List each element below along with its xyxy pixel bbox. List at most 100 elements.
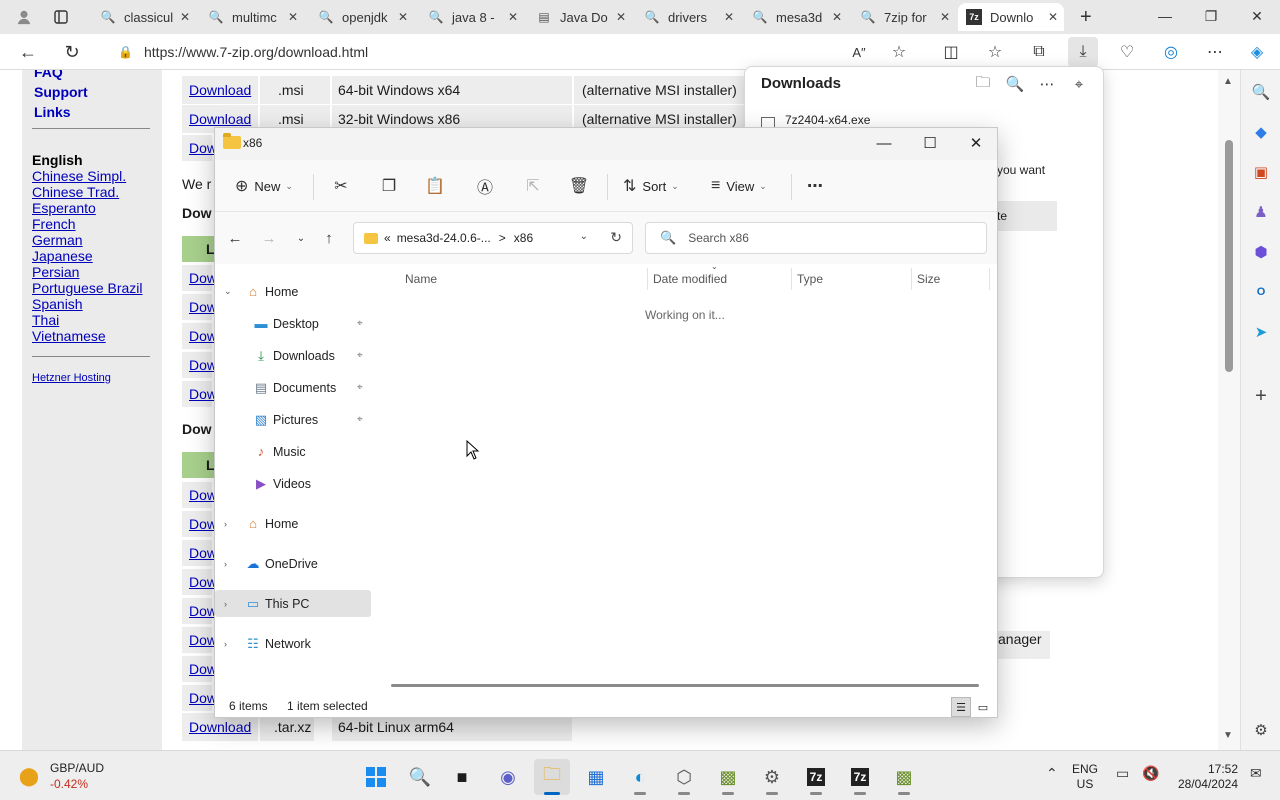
close-tab-icon[interactable]: ✕ [616, 10, 626, 24]
download-link[interactable]: Dow [182, 656, 217, 682]
chevron-right-icon[interactable]: › [224, 599, 227, 609]
language-link[interactable]: Chinese Trad. [32, 184, 119, 200]
nav-link-support[interactable]: Support [34, 84, 88, 100]
browser-tab[interactable]: 🔍 7zip for ✕ [852, 3, 956, 31]
network-status-button[interactable]: ▭ [1116, 765, 1129, 782]
download-link[interactable]: Dow [182, 381, 217, 407]
breadcrumb-overflow[interactable]: « [384, 231, 391, 245]
collections-button[interactable]: ⧉ [1026, 40, 1052, 64]
view-button[interactable]: ≡ View ⌄ [711, 172, 767, 200]
language-link[interactable]: Spanish [32, 296, 83, 312]
download-link[interactable]: Download [182, 76, 258, 104]
browser-tab[interactable]: 🔍 classicul ✕ [92, 3, 196, 31]
column-header-type[interactable]: Type [797, 272, 823, 286]
column-header-date[interactable]: Date modified [653, 272, 727, 286]
split-screen-button[interactable]: ◫ [938, 40, 964, 64]
scroll-thumb[interactable] [1225, 140, 1233, 372]
start-button[interactable] [358, 759, 394, 795]
chevron-right-icon[interactable]: › [224, 559, 227, 569]
download-link[interactable]: Dow [182, 135, 217, 161]
breadcrumb-current[interactable]: x86 [514, 231, 533, 245]
browser-tab[interactable]: 🔍 mesa3d ✕ [744, 3, 848, 31]
minimize-button[interactable]: — [1142, 0, 1188, 32]
share-button[interactable]: ⇱ [521, 174, 545, 198]
download-link[interactable]: Dow [182, 482, 217, 508]
download-link[interactable]: Dow [182, 569, 217, 595]
language-link[interactable]: Chinese Simpl. [32, 168, 126, 184]
sidebar-outlook-button[interactable]: O [1249, 280, 1273, 304]
close-tab-icon[interactable]: ✕ [832, 10, 842, 24]
close-window-button[interactable]: ✕ [1234, 0, 1280, 32]
download-filename[interactable]: 7z2404-x64.exe [785, 113, 870, 127]
column-divider[interactable] [989, 268, 990, 290]
pane-item-desktop[interactable]: ▬ Desktop ⌖ [215, 310, 371, 337]
sidebar-add-button[interactable]: + [1249, 384, 1273, 408]
new-tab-button[interactable]: + [1072, 3, 1100, 31]
show-hidden-icons-button[interactable]: ⌃ [1046, 765, 1058, 782]
file-explorer-taskbar-button[interactable]: 🗀 [534, 759, 570, 795]
pane-item-pictures[interactable]: ▧ Pictures ⌖ [215, 406, 371, 433]
pane-item-home-2[interactable]: › ⌂ Home [215, 510, 371, 537]
see-more-button[interactable]: ⋯ [803, 174, 827, 198]
language-link[interactable]: Esperanto [32, 200, 96, 216]
sidebar-telegram-button[interactable]: ➤ [1249, 320, 1273, 344]
search-downloads-button[interactable]: 🔍 [1003, 73, 1027, 95]
horizontal-scrollbar[interactable] [391, 684, 979, 687]
restore-button[interactable]: ❐ [1188, 0, 1234, 32]
language-link[interactable]: Vietnamese [32, 328, 106, 344]
pane-item-onedrive[interactable]: › ☁ OneDrive [215, 550, 371, 577]
7zip-taskbar-button-2[interactable]: 7z [842, 759, 878, 795]
column-divider[interactable] [791, 268, 792, 290]
store-button[interactable]: ▦ [578, 759, 614, 795]
scroll-down-icon[interactable]: ▼ [1223, 730, 1233, 741]
read-aloud-button[interactable]: A″ [846, 40, 872, 64]
language-link[interactable]: German [32, 232, 83, 248]
edge-taskbar-button[interactable]: ◐ [622, 759, 658, 795]
refresh-icon[interactable]: ↻ [610, 229, 622, 246]
browser-tab[interactable]: ▤ Java Do ✕ [528, 3, 632, 31]
breadcrumb-parent[interactable]: mesa3d-24.0.6-... [397, 231, 491, 245]
column-header-size[interactable]: Size [917, 272, 940, 286]
column-divider[interactable] [911, 268, 912, 290]
favorite-button[interactable]: ☆ [886, 40, 912, 64]
address-field[interactable]: 🔒 https://www.7-zip.org/download.html [108, 38, 908, 66]
download-link[interactable]: Dow [182, 598, 217, 624]
scroll-up-icon[interactable]: ▲ [1223, 76, 1233, 87]
sidebar-tools-button[interactable]: ▣ [1249, 160, 1273, 184]
pane-item-network[interactable]: › ☷ Network [215, 630, 371, 657]
tab-actions-button[interactable] [46, 3, 76, 31]
pane-item-home[interactable]: ⌄ ⌂ Home [215, 278, 371, 305]
more-menu-button[interactable]: ⋯ [1202, 40, 1228, 64]
downloads-button[interactable]: ⤓ [1068, 37, 1098, 67]
pin-icon[interactable]: ⌖ [357, 350, 363, 361]
breadcrumb[interactable]: « mesa3d-24.0.6-... > x86 ⌄ ↻ [353, 222, 633, 254]
pin-icon[interactable]: ⌖ [357, 382, 363, 393]
language-link[interactable]: Japanese [32, 248, 93, 264]
chevron-down-icon[interactable]: ⌄ [580, 231, 588, 242]
minecraft-button-2[interactable]: ▩ [886, 759, 922, 795]
pin-icon[interactable]: ⌖ [357, 318, 363, 329]
notifications-button[interactable]: ✉ [1250, 765, 1262, 782]
page-scrollbar[interactable]: ▲ ▼ [1218, 70, 1240, 750]
sidebar-search-button[interactable]: 🔍 [1249, 80, 1273, 104]
download-link[interactable]: Dow [182, 323, 217, 349]
minecraft-button[interactable]: ▩ [710, 759, 746, 795]
profile-avatar[interactable] [8, 3, 38, 31]
download-link[interactable]: Dow [182, 511, 217, 537]
back-button[interactable]: ← [223, 226, 247, 250]
performance-button[interactable]: ♡ [1114, 40, 1140, 64]
task-view-button[interactable]: ■ [444, 759, 480, 795]
sidebar-settings-button[interactable]: ⚙ [1249, 718, 1273, 742]
column-header-name[interactable]: Name [405, 272, 437, 286]
sort-button[interactable]: ⇅ Sort ⌄ [623, 172, 679, 200]
copilot-button[interactable]: ◈ [1244, 40, 1270, 64]
close-tab-icon[interactable]: ✕ [508, 10, 518, 24]
close-tab-icon[interactable]: ✕ [1048, 10, 1058, 24]
maximize-button[interactable]: ☐ [907, 128, 953, 158]
pane-item-downloads[interactable]: ⤓ Downloads ⌖ [215, 342, 371, 369]
nav-link-faq[interactable]: FAQ [34, 70, 63, 80]
tiles-view-button[interactable]: ▭ [973, 697, 993, 717]
sidebar-shopping-button[interactable]: ◆ [1249, 120, 1273, 144]
open-folder-button[interactable]: 🗀 [971, 73, 995, 95]
pin-icon[interactable]: ⌖ [357, 414, 363, 425]
